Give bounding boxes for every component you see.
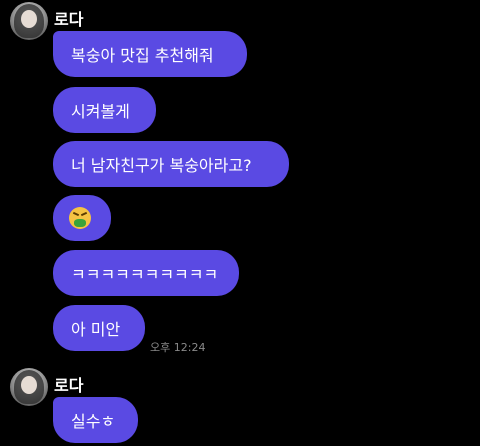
message-bubble[interactable]: 실수ㅎ xyxy=(53,397,138,443)
message-bubble[interactable]: ㅋㅋㅋㅋㅋㅋㅋㅋㅋㅋ xyxy=(53,250,239,296)
message-text: 복숭아 맛집 추천해줘 xyxy=(71,46,214,65)
avatar[interactable] xyxy=(10,2,48,40)
message-text: 너 남자친구가 복숭아라고? xyxy=(71,156,252,175)
message-text: 시켜볼게 xyxy=(71,102,130,121)
message-text: 실수ㅎ xyxy=(71,412,116,431)
message-bubble[interactable]: 아 미안 xyxy=(53,305,145,351)
message-text: 아 미안 xyxy=(71,320,121,339)
emoji-message-bubble[interactable] xyxy=(53,195,111,241)
avatar[interactable] xyxy=(10,368,48,406)
message-bubble[interactable]: 너 남자친구가 복숭아라고? xyxy=(53,141,289,187)
nauseated-face-icon xyxy=(69,207,91,229)
message-timestamp: 오후 12:24 xyxy=(150,341,206,354)
message-bubble[interactable]: 시켜볼게 xyxy=(53,87,156,133)
message-text: ㅋㅋㅋㅋㅋㅋㅋㅋㅋㅋ xyxy=(71,265,219,284)
sender-name: 로다 xyxy=(54,10,84,29)
message-bubble[interactable]: 복숭아 맛집 추천해줘 xyxy=(53,31,247,77)
sender-name: 로다 xyxy=(54,376,84,395)
